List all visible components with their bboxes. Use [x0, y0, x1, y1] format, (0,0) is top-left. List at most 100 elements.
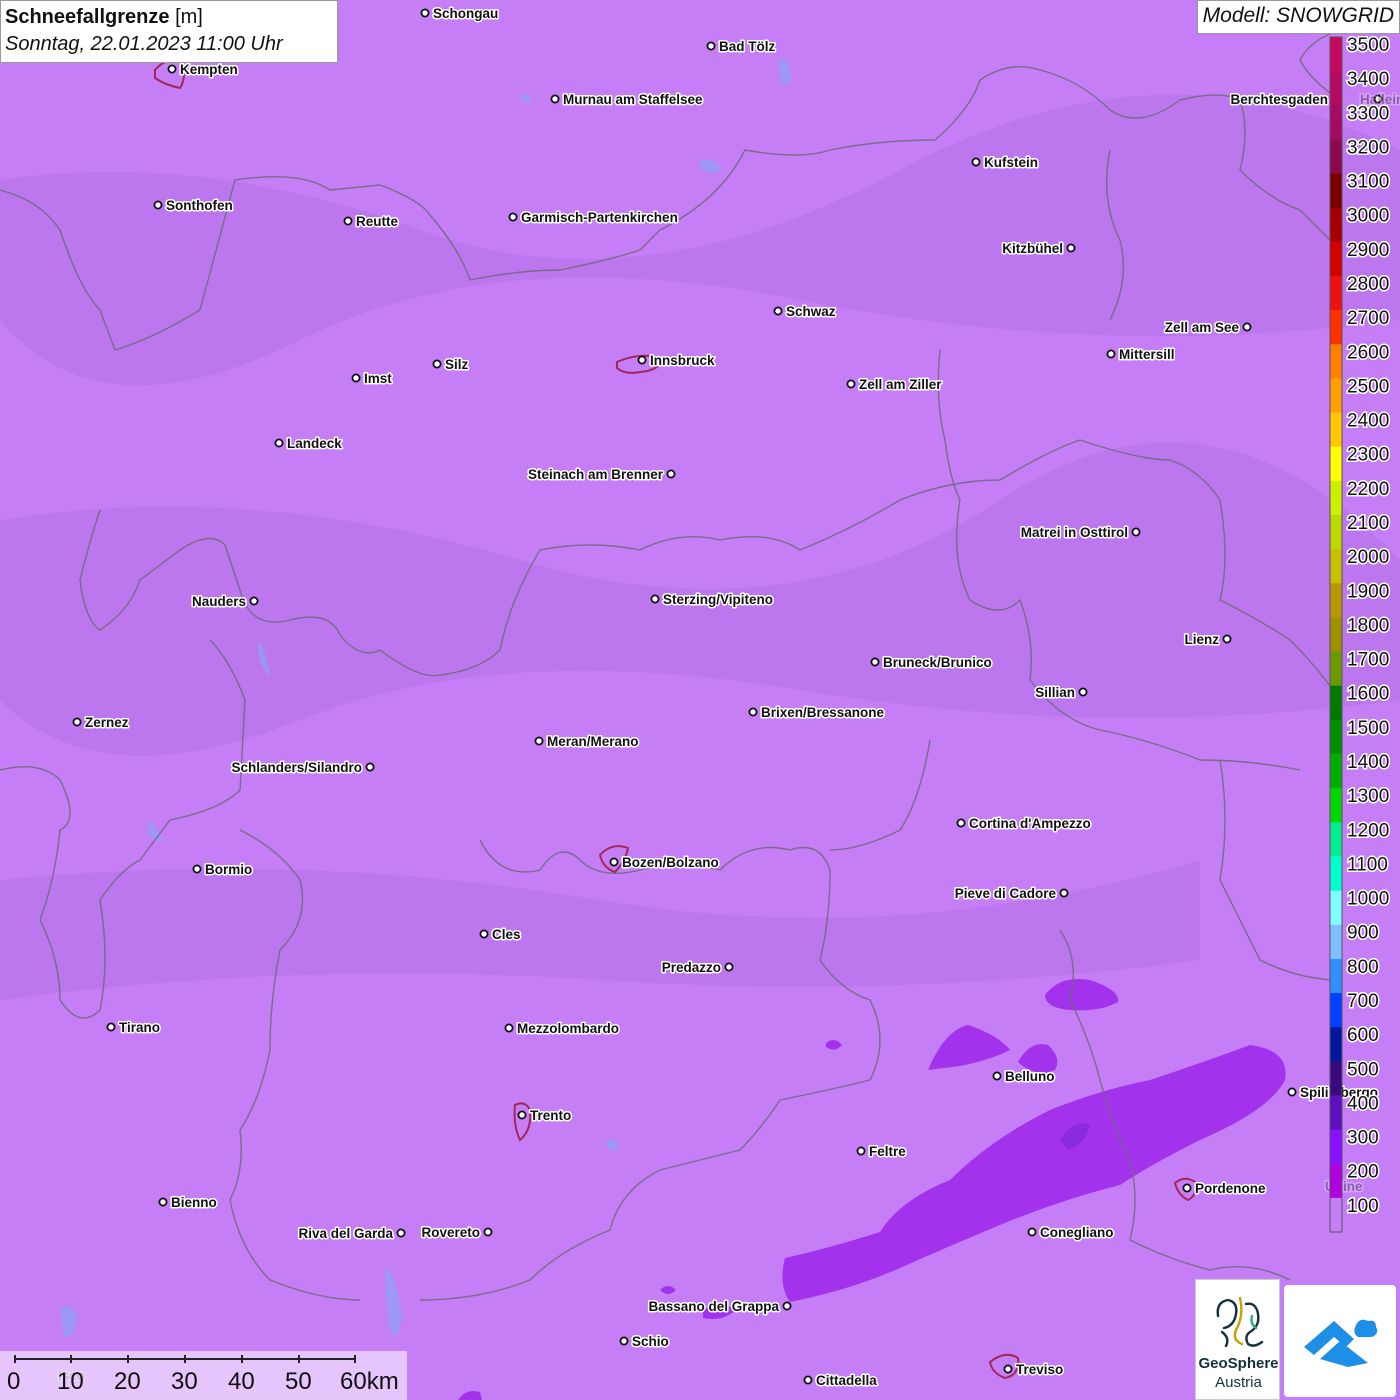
city-marker-icon	[870, 657, 880, 667]
city-label: Sterzing/Vipiteno	[663, 592, 773, 607]
city-cittadella: Cittadella	[803, 1372, 879, 1390]
scale-tick	[241, 1355, 243, 1363]
legend-label: 3400	[1347, 69, 1389, 90]
city-marker-icon	[706, 41, 716, 51]
legend-label: 2800	[1347, 274, 1389, 295]
legend-swatch	[1330, 37, 1342, 72]
city-label: Schwaz	[786, 304, 836, 319]
legend-label: 1800	[1347, 615, 1389, 636]
legend-label: 1000	[1347, 889, 1389, 910]
city-marker-icon	[396, 1228, 406, 1238]
legend-label: 100	[1347, 1196, 1379, 1217]
legend-swatch	[1330, 685, 1342, 721]
city-marker-icon	[1182, 1183, 1192, 1193]
city-label: Imst	[364, 371, 392, 386]
legend-swatch	[1330, 1027, 1342, 1062]
city-pieve-di-cadore: Pieve di Cadore	[953, 885, 1069, 903]
city-marker-icon	[167, 64, 177, 74]
city-mezzolombardo: Mezzolombardo	[504, 1020, 621, 1038]
city-label: Matrei in Osttirol	[1021, 525, 1128, 540]
legend-swatch	[1330, 719, 1342, 755]
scale-tick	[70, 1355, 72, 1363]
legend-swatch	[1330, 71, 1342, 106]
legend-label: 500	[1347, 1059, 1379, 1080]
city-sterzing-vipiteno: Sterzing/Vipiteno	[650, 591, 775, 609]
legend-swatch	[1330, 583, 1342, 618]
city-marker-icon	[1066, 243, 1076, 253]
city-matrei-in-osttirol: Matrei in Osttirol	[1019, 524, 1141, 542]
legend-swatch	[1330, 788, 1342, 823]
city-label: Sillian	[1035, 685, 1075, 700]
city-label: Reutte	[356, 214, 398, 229]
city-label: Treviso	[1016, 1362, 1063, 1377]
city-marker-icon	[1027, 1227, 1037, 1237]
legend-swatch	[1330, 446, 1342, 482]
legend-label: 2500	[1347, 376, 1389, 397]
city-marker-icon	[1287, 1087, 1297, 1097]
legend-swatch	[1330, 173, 1342, 209]
city-schongau: Schongau	[420, 5, 500, 23]
city-label: Zernez	[85, 715, 129, 730]
legend-swatch	[1330, 890, 1342, 926]
city-marker-icon	[992, 1071, 1002, 1081]
city-label: Pordenone	[1195, 1181, 1266, 1196]
legend-label: 2200	[1347, 479, 1389, 500]
city-marker-icon	[773, 306, 783, 316]
city-label: Schongau	[433, 6, 498, 21]
legend-label: 300	[1347, 1128, 1379, 1149]
city-label: Schlanders/Silandro	[231, 760, 362, 775]
map-subtitle: Sonntag, 22.01.2023 11:00 Uhr	[5, 33, 283, 55]
city-label: Mezzolombardo	[517, 1021, 619, 1036]
city-marker-icon	[351, 373, 361, 383]
weather-app-logo[interactable]	[1284, 1285, 1396, 1397]
legend-swatch	[1330, 412, 1342, 448]
scale-label: 20	[114, 1368, 141, 1395]
city-marker-icon	[479, 929, 489, 939]
city-marker-icon	[534, 736, 544, 746]
city-label: Belluno	[1005, 1069, 1055, 1084]
city-label: Bassano del Grappa	[648, 1299, 779, 1314]
legend-swatch	[1330, 856, 1342, 892]
scale-label: 50	[285, 1368, 312, 1395]
geosphere-austria-logo[interactable]: GeoSphere Austria	[1195, 1279, 1280, 1400]
map-stage: Schongau Bad Tölz Kempten Murnau am Staffel…	[0, 0, 1400, 1400]
city-marker-icon	[1003, 1364, 1013, 1374]
model-label: Modell: SNOWGRID	[1196, 0, 1400, 34]
legend-label: 3300	[1347, 103, 1389, 124]
city-bruneck-brunico: Bruneck/Brunico	[870, 654, 993, 672]
city-marker-icon	[650, 594, 660, 604]
legend-swatch	[1330, 310, 1342, 345]
legend-label: 3200	[1347, 137, 1389, 158]
legend-label: 1400	[1347, 752, 1389, 773]
city-marker-icon	[637, 355, 647, 365]
city-marker-icon	[153, 200, 163, 210]
city-marker-icon	[724, 962, 734, 972]
legend-label: 2300	[1347, 445, 1389, 466]
legend-label: 1100	[1347, 854, 1388, 875]
scale-label: 40	[228, 1368, 255, 1395]
city-marker-icon	[1059, 888, 1069, 898]
city-label: Riva del Garda	[298, 1226, 393, 1241]
legend-swatch	[1330, 1129, 1342, 1165]
city-label: Kufstein	[984, 155, 1038, 170]
city-marker-icon	[846, 379, 856, 389]
city-marker-icon	[803, 1375, 813, 1385]
city-label: Cittadella	[816, 1373, 877, 1388]
legend-swatch	[1330, 651, 1342, 687]
city-marker-icon	[274, 438, 284, 448]
scale-bar: 0 10 20 30 40 50 60km	[0, 1351, 407, 1400]
city-label: Steinach am Brenner	[528, 467, 664, 482]
geosphere-logo-line2: Austria	[1215, 1374, 1262, 1391]
city-meran-merano: Meran/Merano	[534, 733, 640, 751]
legend-swatch	[1330, 480, 1342, 516]
city-marker-icon	[856, 1146, 866, 1156]
city-label: Bad Tölz	[719, 39, 775, 54]
legend-label: 3100	[1347, 172, 1389, 193]
geosphere-logo-line1: GeoSphere	[1198, 1355, 1279, 1372]
legend-label: 2600	[1347, 342, 1389, 363]
snowfall-line-map: Schongau Bad Tölz Kempten Murnau am Staffel…	[0, 0, 1400, 1400]
city-marker-icon	[1131, 527, 1141, 537]
city-marker-icon	[1078, 687, 1088, 697]
legend-swatch	[1330, 207, 1342, 243]
city-label: Cortina d'Ampezzo	[969, 816, 1091, 831]
